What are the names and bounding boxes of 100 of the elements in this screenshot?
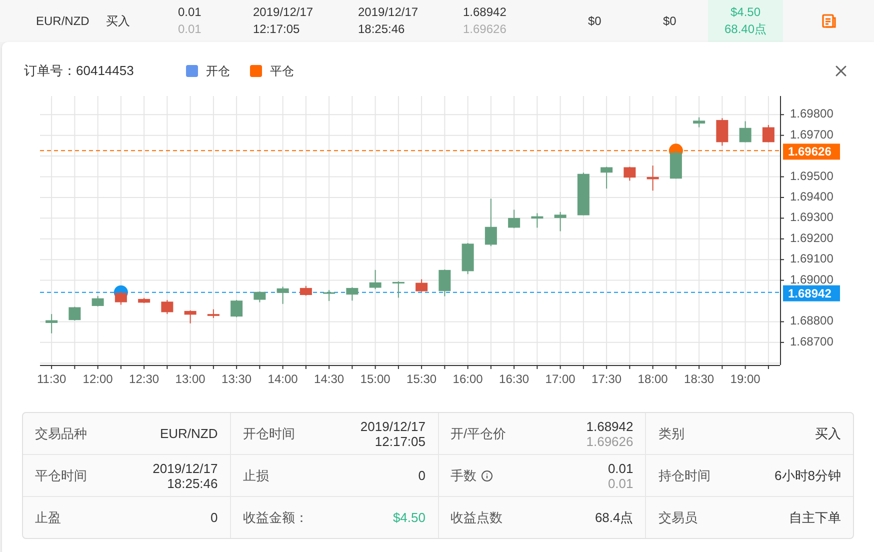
field-label: 止损 <box>242 466 269 485</box>
candlestick <box>369 269 382 290</box>
table-cell: $0 <box>588 12 602 30</box>
candlestick <box>693 116 706 128</box>
table-cell: 1.69626 <box>463 21 506 38</box>
document-icon[interactable] <box>820 13 836 29</box>
ref-line-label: 1.68942 <box>788 286 832 300</box>
legend-label: 开仓 <box>206 63 230 80</box>
table-cell: EUR/NZD <box>36 12 90 30</box>
candlestick <box>716 118 728 146</box>
candlestick <box>762 124 774 143</box>
y-tick-label: 1.69200 <box>790 230 834 245</box>
x-tick-label: 14:30 <box>314 372 344 386</box>
x-tick-label: 16:00 <box>452 372 483 386</box>
x-tick-label: 15:00 <box>360 372 390 386</box>
x-tick-label: 16:30 <box>499 372 530 386</box>
profit-points: 68.40点 <box>724 21 767 38</box>
x-tick-label: 12:30 <box>129 372 160 386</box>
x-tick-label: 14:00 <box>268 372 298 386</box>
candlestick <box>207 308 220 318</box>
field-value: 0 <box>210 508 218 527</box>
price-label: 1.68942 <box>783 285 840 302</box>
field-label: 开仓时间 <box>242 424 295 443</box>
field-value: 12:17:05 <box>374 434 426 448</box>
candlestick <box>254 290 266 303</box>
candlestick <box>624 166 636 182</box>
y-tick-label: 1.69100 <box>790 252 834 266</box>
field-value: 68.4点 <box>594 508 634 527</box>
field-value: 0 <box>418 466 426 485</box>
field-value: 6小时8分钟 <box>774 466 841 485</box>
field-value: 0.01 <box>608 476 634 490</box>
y-tick-label: 1.69500 <box>790 168 834 183</box>
table-cell: 0.01 <box>178 4 202 21</box>
legend-label: 平仓 <box>270 63 294 80</box>
ref-line-label: 1.69626 <box>788 144 832 159</box>
table-cell: 12:17:05 <box>253 21 300 38</box>
y-tick-label: 1.68700 <box>790 334 834 348</box>
field-label: 止盈 <box>35 508 61 527</box>
candlestick <box>646 165 659 192</box>
candlestick <box>300 285 312 296</box>
field-value: EUR/NZD <box>160 424 218 443</box>
y-tick-label: 1.69700 <box>790 127 834 142</box>
field-value: 18:25:46 <box>167 476 218 490</box>
y-tick-label: 1.68800 <box>790 314 834 328</box>
field-label: 平仓时间 <box>35 466 87 485</box>
field-value: 2019/12/17 <box>152 460 218 476</box>
field-value: $4.50 <box>392 508 426 527</box>
field-value: 2019/12/17 <box>360 418 426 434</box>
candlestick <box>484 198 497 247</box>
candlestick <box>46 314 58 334</box>
candlestick <box>416 278 428 292</box>
x-tick-label: 13:00 <box>175 372 206 386</box>
x-tick-label: 11:30 <box>37 372 66 386</box>
candlestick <box>739 120 752 143</box>
field-value: 自主下单 <box>789 508 841 527</box>
candlestick <box>392 280 404 298</box>
field-label: 开/平仓价 <box>450 424 506 443</box>
field-label: 类别 <box>658 424 684 443</box>
table-cell: 买入 <box>106 12 130 30</box>
info-icon[interactable] <box>480 470 492 482</box>
field-label: 持仓时间 <box>658 466 710 485</box>
table-cell: 18:25:46 <box>358 21 405 38</box>
table-cell: 1.68942 <box>463 4 506 21</box>
candlestick <box>114 291 127 306</box>
y-tick-label: 1.69800 <box>790 106 834 121</box>
field-value: 0.01 <box>608 460 634 476</box>
x-tick-label: 18:30 <box>684 372 714 386</box>
order-row[interactable]: EUR/NZD 买入 0.01 0.01 2019/12/17 12:17:05 2019/12/17 18:25:46 1.68942 1.69626 $0 $0 $4.50 68.40点 <box>0 0 874 42</box>
table-cell: 2019/12/17 <box>253 4 314 21</box>
x-tick-label: 17:00 <box>545 372 576 386</box>
field-label: 手数 <box>450 466 476 485</box>
candlestick <box>531 212 544 228</box>
y-tick-label: 1.69400 <box>790 189 834 204</box>
table-cell: 2019/12/17 <box>358 4 418 21</box>
candlestick <box>68 306 81 321</box>
candlestick <box>670 150 682 180</box>
field-label: 交易品种 <box>35 424 87 443</box>
candlestick <box>161 299 174 315</box>
x-tick-label: 19:00 <box>730 372 760 386</box>
candlestick <box>138 297 150 304</box>
field-label: 交易员 <box>658 508 698 527</box>
candlestick <box>92 296 104 307</box>
candlestick <box>276 286 289 304</box>
candlestick <box>554 211 566 232</box>
field-label: 收益点数 <box>450 508 502 527</box>
y-tick-label: 1.69300 <box>790 210 834 224</box>
field-value: 1.68942 <box>586 418 634 434</box>
table-cell: $0 <box>663 12 676 30</box>
field-label: 收益金额： <box>242 508 308 527</box>
candlestick <box>438 269 451 297</box>
field-value: 买入 <box>815 424 841 443</box>
table-cell: 0.01 <box>178 21 202 38</box>
x-tick-label: 17:30 <box>592 372 622 386</box>
x-tick-label: 18:00 <box>638 372 668 386</box>
candlestick <box>230 299 243 318</box>
order-number: 订单号：60414453 <box>24 62 134 80</box>
field-value: 1.69626 <box>586 434 634 448</box>
x-tick-label: 12:00 <box>82 372 113 386</box>
x-tick-label: 15:30 <box>406 372 437 386</box>
price-label: 1.69626 <box>783 144 840 160</box>
